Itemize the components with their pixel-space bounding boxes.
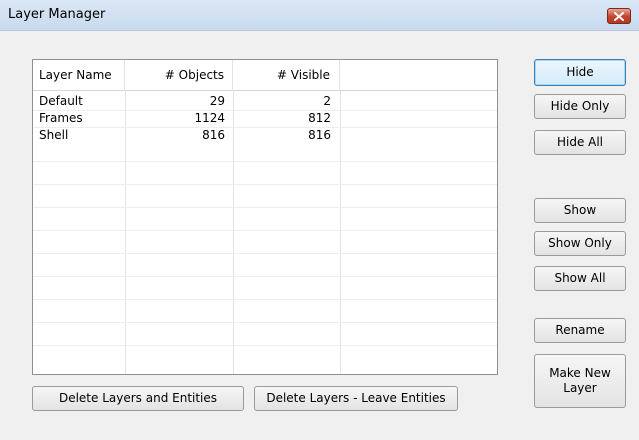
rename-button[interactable]: Rename bbox=[534, 318, 626, 343]
cell-visible: 2 bbox=[323, 94, 331, 108]
cell-layer-name: Default bbox=[39, 94, 83, 108]
delete-layers-leave-entities-button[interactable]: Delete Layers - Leave Entities bbox=[254, 386, 458, 411]
column-header-empty bbox=[340, 60, 497, 91]
make-new-layer-button[interactable]: Make New Layer bbox=[534, 354, 626, 408]
show-only-button[interactable]: Show Only bbox=[534, 231, 626, 256]
cell-layer-name: Shell bbox=[39, 128, 69, 142]
delete-layers-and-entities-label: Delete Layers and Entities bbox=[58, 391, 218, 405]
row-divider bbox=[33, 207, 497, 208]
close-button[interactable] bbox=[607, 8, 631, 24]
make-new-layer-button-label-line2: Layer bbox=[563, 381, 597, 395]
row-divider bbox=[33, 161, 497, 162]
rename-button-label: Rename bbox=[555, 323, 605, 337]
row-divider bbox=[33, 299, 497, 300]
cell-objects: 29 bbox=[209, 94, 225, 108]
row-divider bbox=[33, 253, 497, 254]
layer-manager-window: Layer Manager Layer Name # Objects # Vis… bbox=[0, 0, 639, 440]
column-header-layer-name[interactable]: Layer Name bbox=[33, 60, 125, 91]
column-header-objects[interactable]: # Objects bbox=[125, 60, 233, 91]
table-row[interactable]: Default 29 2 bbox=[33, 93, 497, 110]
show-button-label: Show bbox=[563, 203, 597, 217]
table-row[interactable]: Frames 1124 812 bbox=[33, 110, 497, 127]
hide-button[interactable]: Hide bbox=[534, 59, 626, 86]
show-only-button-label: Show Only bbox=[548, 236, 612, 250]
hide-all-button-label: Hide All bbox=[556, 135, 604, 149]
delete-layers-and-entities-button[interactable]: Delete Layers and Entities bbox=[32, 386, 244, 411]
row-divider bbox=[33, 230, 497, 231]
cell-objects: 816 bbox=[202, 128, 225, 142]
make-new-layer-button-label-line1: Make New bbox=[549, 366, 611, 380]
row-divider bbox=[33, 322, 497, 323]
table-header: Layer Name # Objects # Visible bbox=[33, 60, 497, 91]
layer-table[interactable]: Layer Name # Objects # Visible Default 2… bbox=[32, 59, 498, 375]
column-header-visible[interactable]: # Visible bbox=[233, 60, 340, 91]
show-all-button-label: Show All bbox=[554, 271, 606, 285]
show-all-button[interactable]: Show All bbox=[534, 266, 626, 291]
window-title: Layer Manager bbox=[8, 7, 106, 22]
row-divider bbox=[33, 184, 497, 185]
show-button[interactable]: Show bbox=[534, 198, 626, 223]
hide-only-button-label: Hide Only bbox=[550, 99, 610, 113]
hide-button-label: Hide bbox=[566, 65, 594, 79]
hide-only-button[interactable]: Hide Only bbox=[534, 94, 626, 119]
delete-layers-leave-entities-label: Delete Layers - Leave Entities bbox=[266, 391, 446, 405]
cell-visible: 816 bbox=[308, 128, 331, 142]
row-divider bbox=[33, 276, 497, 277]
row-divider bbox=[33, 345, 497, 346]
table-row[interactable]: Shell 816 816 bbox=[33, 127, 497, 144]
cell-objects: 1124 bbox=[194, 111, 225, 125]
close-icon bbox=[614, 11, 624, 21]
table-body: Default 29 2 Frames 1124 812 Shell 816 8… bbox=[33, 93, 497, 144]
title-bar[interactable]: Layer Manager bbox=[0, 0, 639, 31]
cell-visible: 812 bbox=[308, 111, 331, 125]
hide-all-button[interactable]: Hide All bbox=[534, 130, 626, 155]
cell-layer-name: Frames bbox=[39, 111, 83, 125]
